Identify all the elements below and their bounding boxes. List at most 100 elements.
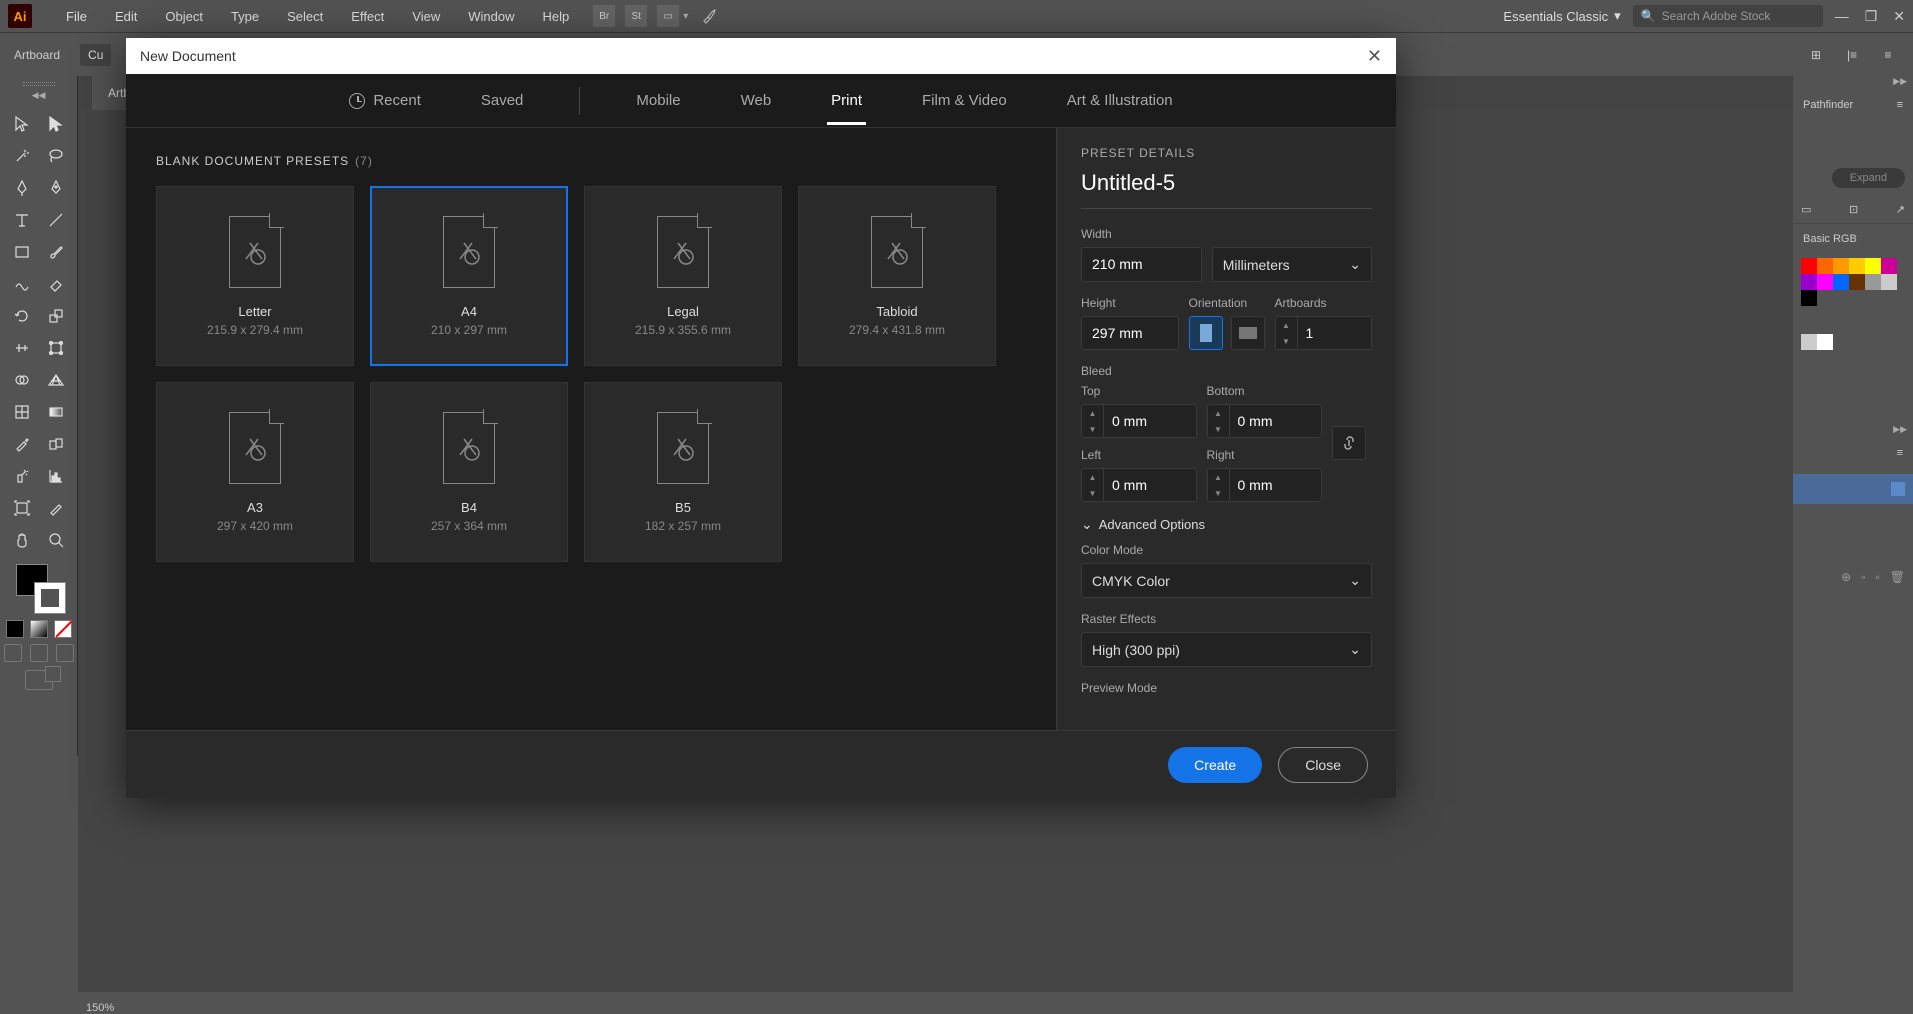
- swatch-chip[interactable]: [1865, 258, 1881, 274]
- pathfinder-panel-tab[interactable]: Pathfinder ≡: [1793, 90, 1913, 120]
- swatch-chip[interactable]: [1881, 274, 1897, 290]
- fill-stroke-swatches[interactable]: [12, 562, 66, 616]
- color-mode-gradient[interactable]: [30, 620, 48, 638]
- color-mode-solid[interactable]: [6, 620, 24, 638]
- preset-card-b5[interactable]: B5 182 x 257 mm: [584, 382, 782, 562]
- rocket-icon[interactable]: [698, 5, 720, 27]
- bleed-bottom-input[interactable]: ▲▼0 mm: [1207, 404, 1323, 438]
- chevron-down-icon[interactable]: ▾: [683, 11, 688, 22]
- free-transform-tool[interactable]: [39, 332, 73, 364]
- toolbox-grip[interactable]: [23, 82, 55, 86]
- gradient-tool[interactable]: [39, 396, 73, 428]
- width-input[interactable]: 210 mm: [1081, 247, 1202, 282]
- zoom-level[interactable]: 150%: [86, 1002, 114, 1014]
- bleed-top-input[interactable]: ▲▼0 mm: [1081, 404, 1197, 438]
- height-input[interactable]: 297 mm: [1081, 316, 1179, 350]
- panel-collapse[interactable]: ▶▶: [1793, 424, 1913, 438]
- swatch-chip[interactable]: [1865, 274, 1881, 290]
- menu-window[interactable]: Window: [454, 9, 528, 24]
- color-mode-select[interactable]: CMYK Color⌄: [1081, 563, 1372, 598]
- rotate-tool[interactable]: [5, 300, 39, 332]
- menu-object[interactable]: Object: [151, 9, 217, 24]
- orientation-landscape[interactable]: [1231, 316, 1265, 350]
- swatch-chip[interactable]: [1801, 274, 1817, 290]
- mesh-tool[interactable]: [5, 396, 39, 428]
- lasso-tool[interactable]: [39, 140, 73, 172]
- tab-print[interactable]: Print: [827, 76, 866, 125]
- swatch-chip[interactable]: [1833, 274, 1849, 290]
- type-tool[interactable]: [5, 204, 39, 236]
- bleed-left-input[interactable]: ▲▼0 mm: [1081, 468, 1197, 502]
- new-sublayer-icon[interactable]: ▫: [1861, 570, 1865, 584]
- direct-selection-tool[interactable]: [39, 108, 73, 140]
- tab-film-video[interactable]: Film & Video: [918, 76, 1011, 125]
- menu-select[interactable]: Select: [273, 9, 337, 24]
- orientation-portrait[interactable]: [1189, 316, 1223, 350]
- artboard-tool[interactable]: [5, 492, 39, 524]
- menu-icon[interactable]: ≡: [1897, 447, 1903, 459]
- rectangle-tool[interactable]: [5, 236, 39, 268]
- tab-recent[interactable]: Recent: [345, 76, 425, 125]
- preset-card-a3[interactable]: A3 297 x 420 mm: [156, 382, 354, 562]
- perspective-tool[interactable]: [39, 364, 73, 396]
- layers-panel[interactable]: ≡: [1793, 438, 1913, 468]
- menu-icon[interactable]: ≡: [1897, 99, 1903, 111]
- swatch-chip[interactable]: [1833, 258, 1849, 274]
- link-bleed-button[interactable]: [1332, 426, 1366, 460]
- swatch-chip[interactable]: [1801, 258, 1817, 274]
- menu-effect[interactable]: Effect: [337, 9, 398, 24]
- swatch-chip[interactable]: [1817, 274, 1833, 290]
- zoom-tool[interactable]: [39, 524, 73, 556]
- slice-tool[interactable]: [39, 492, 73, 524]
- menu-type[interactable]: Type: [217, 9, 273, 24]
- tab-saved[interactable]: Saved: [477, 76, 528, 125]
- symbol-sprayer-tool[interactable]: [5, 460, 39, 492]
- menu-file[interactable]: File: [52, 9, 101, 24]
- swatch-chip[interactable]: [1801, 290, 1817, 306]
- panel-collapse[interactable]: ▶▶: [1793, 76, 1913, 90]
- export-icon[interactable]: ↗: [1896, 203, 1905, 216]
- expand-button[interactable]: Expand: [1832, 168, 1905, 188]
- line-tool[interactable]: [39, 204, 73, 236]
- document-name[interactable]: Untitled-5: [1081, 170, 1372, 209]
- close-button[interactable]: ✕: [1893, 8, 1905, 25]
- swatch-chip[interactable]: [1849, 274, 1865, 290]
- arrange-icon[interactable]: ▭: [657, 5, 679, 27]
- stock-search[interactable]: 🔍 Search Adobe Stock: [1633, 5, 1823, 27]
- delete-layer-icon[interactable]: 🗑: [1890, 570, 1905, 584]
- close-icon[interactable]: ✕: [1367, 46, 1382, 67]
- swatch-chip[interactable]: [1881, 258, 1897, 274]
- toolbox-collapse[interactable]: ◀◀: [0, 90, 77, 104]
- screen-mode[interactable]: [25, 670, 53, 690]
- shape-builder-tool[interactable]: [5, 364, 39, 396]
- tab-art-illustration[interactable]: Art & Illustration: [1063, 76, 1177, 125]
- control-field[interactable]: Cu: [80, 44, 111, 66]
- new-layer-icon[interactable]: ▫: [1876, 570, 1880, 584]
- menu-edit[interactable]: Edit: [101, 9, 151, 24]
- preset-card-a4[interactable]: A4 210 x 297 mm: [370, 186, 568, 366]
- scale-tool[interactable]: [39, 300, 73, 332]
- minimize-button[interactable]: ―: [1835, 8, 1849, 25]
- magic-wand-tool[interactable]: [5, 140, 39, 172]
- draw-behind[interactable]: [30, 644, 48, 662]
- tab-mobile[interactable]: Mobile: [632, 76, 684, 125]
- create-button[interactable]: Create: [1168, 747, 1262, 783]
- maximize-button[interactable]: ❐: [1865, 8, 1878, 25]
- curvature-tool[interactable]: [39, 172, 73, 204]
- distribute-icon[interactable]: |≡: [1841, 44, 1863, 66]
- swatch-chip[interactable]: [1817, 334, 1833, 350]
- menu-view[interactable]: View: [398, 9, 454, 24]
- artboards-stepper[interactable]: ▲▼ 1: [1275, 316, 1373, 350]
- close-button[interactable]: Close: [1278, 747, 1368, 783]
- preset-card-legal[interactable]: Legal 215.9 x 355.6 mm: [584, 186, 782, 366]
- spin-up[interactable]: ▲: [1276, 317, 1297, 333]
- swatch-chip[interactable]: [1849, 258, 1865, 274]
- preset-card-b4[interactable]: B4 257 x 364 mm: [370, 382, 568, 562]
- preset-card-letter[interactable]: Letter 215.9 x 279.4 mm: [156, 186, 354, 366]
- bridge-icon[interactable]: Br: [593, 5, 615, 27]
- eyedropper-tool[interactable]: [5, 428, 39, 460]
- shaper-tool[interactable]: [5, 268, 39, 300]
- stroke-swatch[interactable]: [34, 582, 66, 614]
- settings-icon[interactable]: ≡: [1877, 44, 1899, 66]
- color-mode-none[interactable]: [54, 620, 72, 638]
